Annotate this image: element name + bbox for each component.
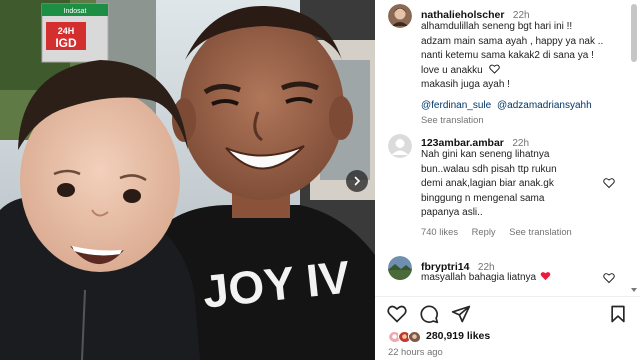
- like-comment-heart-icon[interactable]: [603, 177, 615, 189]
- scroll-down-arrow-icon[interactable]: [631, 288, 637, 292]
- bookmark-icon[interactable]: [608, 304, 628, 324]
- photo-illustration: Indosat 24H IGD JOY IV: [0, 0, 375, 360]
- likes-count[interactable]: 280,919 likes: [426, 330, 490, 342]
- chevron-right-icon: [354, 176, 361, 186]
- caption-line-text: love u anakku: [421, 64, 483, 76]
- post-photo: Indosat 24H IGD JOY IV: [0, 0, 375, 360]
- likes-row: 280,919 likes: [388, 327, 490, 345]
- comment-meta: 740 likes Reply See translation: [421, 226, 583, 237]
- mention-link-2[interactable]: @adzamadriansyahh: [497, 100, 592, 111]
- see-translation-link[interactable]: See translation: [421, 114, 484, 125]
- caption-line: makasih juga ayah !: [421, 79, 510, 91]
- caption-text: alhamdulillah seneng bgt hari ini !! adz…: [421, 20, 603, 125]
- post-timestamp[interactable]: 22 hours ago: [388, 346, 443, 357]
- next-photo-button[interactable]: [346, 170, 368, 192]
- sign-24h: 24H: [58, 26, 75, 36]
- caption-line: adzam main sama ayah , happy ya nak ..: [421, 35, 604, 47]
- comment-line: binggung n mengenal sama: [421, 192, 545, 204]
- comment-line: papanya asli..: [421, 207, 483, 219]
- caption-line: alhamdulillah seneng bgt hari ini !!: [421, 21, 573, 32]
- author-avatar[interactable]: [388, 4, 412, 28]
- red-heart-emoji-icon: [540, 272, 551, 281]
- mention-link-1[interactable]: @ferdinan_sule: [421, 100, 491, 111]
- action-bar: [375, 296, 640, 324]
- comment-icon[interactable]: [419, 304, 439, 324]
- sign-igd: IGD: [55, 36, 77, 50]
- commenter-avatar[interactable]: [388, 134, 412, 158]
- send-icon[interactable]: [451, 304, 471, 324]
- sign-brand: Indosat: [64, 8, 87, 15]
- caption-line: nanti ketemu sama kakak2 di sana ya !: [421, 50, 594, 62]
- commenter-avatar[interactable]: [388, 256, 412, 280]
- comment-likes[interactable]: 740 likes: [421, 226, 458, 237]
- comment-text: Nah gini kan seneng lihatnya bun..walau …: [421, 148, 557, 221]
- comment-text: masyallah bahagia liatnya: [421, 271, 551, 286]
- liker-avatar: [408, 329, 422, 343]
- comments-list[interactable]: nathalieholscher 22h alhamdulillah senen…: [375, 0, 627, 293]
- see-translation-link[interactable]: See translation: [509, 226, 572, 237]
- caption-meta: See translation: [421, 114, 603, 125]
- outline-heart-emoji-icon: [488, 64, 500, 74]
- comment-line: demi anak,lagian biar anak.gk: [421, 178, 554, 190]
- comment-line: Nah gini kan seneng lihatnya: [421, 149, 550, 160]
- comments-scrollbar[interactable]: [631, 4, 637, 292]
- comments-panel: nathalieholscher 22h alhamdulillah senen…: [375, 0, 640, 360]
- comment-line: bun..walau sdh pisah ttp rukun: [421, 163, 557, 175]
- caption-line-love: love u anakku: [421, 64, 603, 79]
- reply-button[interactable]: Reply: [472, 226, 496, 237]
- like-comment-heart-icon[interactable]: [603, 272, 615, 284]
- scrollbar-thumb[interactable]: [631, 4, 637, 62]
- heart-icon[interactable]: [387, 304, 407, 324]
- caption-mentions: @ferdinan_sule @adzamadriansyahh: [421, 99, 603, 114]
- comment-line: masyallah bahagia liatnya: [421, 272, 537, 283]
